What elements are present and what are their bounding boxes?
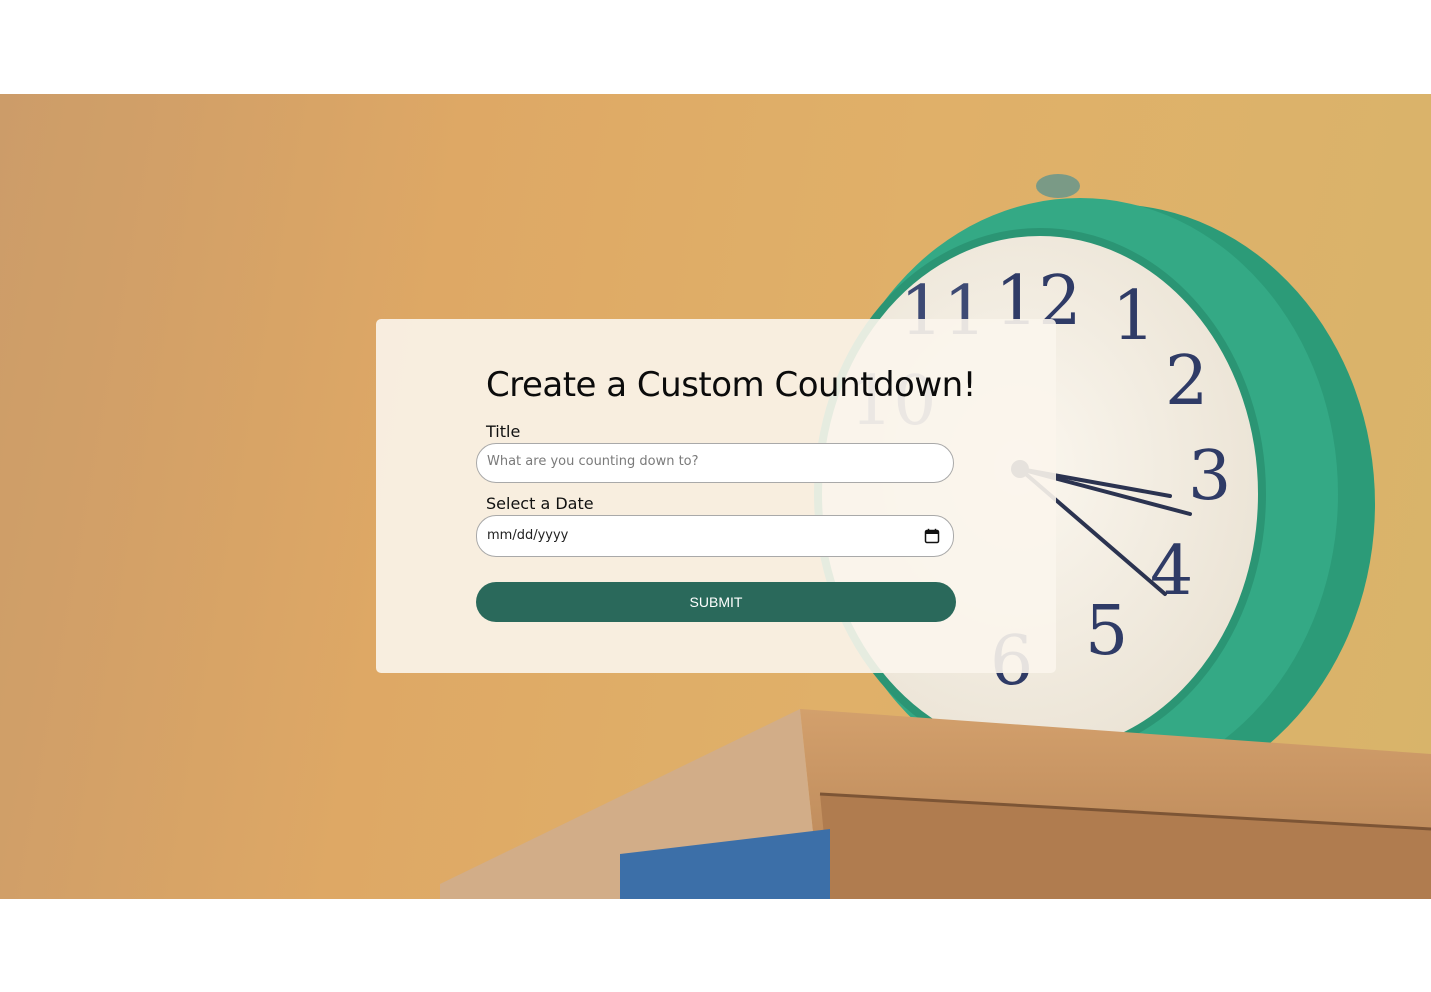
- date-label: Select a Date: [486, 494, 594, 513]
- svg-text:2: 2: [1165, 342, 1208, 421]
- page: 12 1 2 3 4 5 6 11 10: [0, 0, 1431, 992]
- svg-text:1: 1: [1112, 277, 1155, 356]
- title-input-placeholder: What are you counting down to?: [487, 454, 699, 469]
- submit-button[interactable]: SUBMIT: [476, 582, 956, 622]
- date-input[interactable]: mm/dd/yyyy: [476, 515, 954, 557]
- date-input-placeholder: mm/dd/yyyy: [487, 528, 569, 543]
- svg-text:3: 3: [1188, 437, 1231, 516]
- svg-text:4: 4: [1150, 532, 1193, 611]
- hero-background: 12 1 2 3 4 5 6 11 10: [0, 94, 1431, 899]
- countdown-form-card: Create a Custom Countdown! Title What ar…: [376, 319, 1056, 673]
- svg-text:5: 5: [1085, 592, 1128, 671]
- form-heading: Create a Custom Countdown!: [486, 365, 976, 405]
- title-input[interactable]: What are you counting down to?: [476, 443, 954, 483]
- title-label: Title: [486, 422, 521, 441]
- calendar-icon[interactable]: [924, 528, 940, 544]
